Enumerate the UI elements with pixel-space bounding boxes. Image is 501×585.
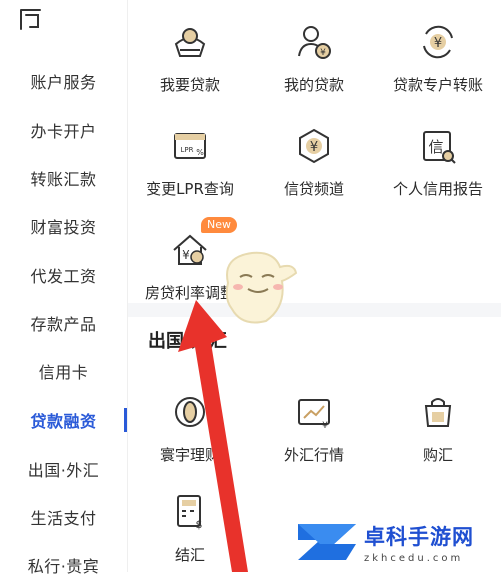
tile-lpr-query[interactable]: LPR % 变更LPR查询: [128, 104, 252, 204]
tile-label: 贷款专户转账: [392, 76, 483, 94]
svg-text:LPR: LPR: [181, 146, 194, 154]
tile-loan-account-transfer[interactable]: ¥ 贷款专户转账: [376, 0, 500, 100]
svg-text:¥: ¥: [322, 421, 328, 431]
sidebar-item-loans[interactable]: 贷款融资: [0, 400, 127, 440]
tile-my-loans[interactable]: ¥ 我的贷款: [252, 0, 376, 100]
svg-text:¥: ¥: [310, 140, 318, 155]
tile-credit-channel[interactable]: ¥ 信贷频道: [252, 104, 376, 204]
credit-report-icon: 信: [423, 131, 456, 164]
tile-settle-forex[interactable]: $ 结汇: [128, 470, 252, 570]
tile-label: 我的贷款: [283, 76, 344, 94]
sidebar-item-card-open[interactable]: 办卡开户: [0, 110, 127, 150]
sidebar-item-label: 存款产品: [30, 315, 97, 334]
watermark-logo-icon: [298, 524, 356, 560]
tile-label: 外汇行情: [283, 446, 344, 464]
tile-label: 个人信用报告: [392, 180, 483, 198]
sidebar-item-deposit[interactable]: 存款产品: [0, 303, 127, 343]
svg-text:¥: ¥: [434, 36, 442, 51]
yuan-hexagon-icon: ¥: [299, 128, 329, 164]
watermark: 卓科手游网 zkhcedu.com: [294, 512, 501, 572]
user-coin-icon: ¥: [298, 26, 331, 59]
sidebar-item-private-bank[interactable]: 私行·贵宾: [0, 545, 127, 585]
tile-global-wealth[interactable]: 寰宇理财: [128, 370, 252, 470]
tile-label: 购汇: [422, 446, 453, 464]
sidebar-item-credit-card[interactable]: 信用卡: [0, 351, 127, 391]
main-panel: 我要贷款 ¥ 我的贷款 ¥ 贷款专户转账 LPR % 变更LPR查询 ¥ 信贷频…: [128, 0, 501, 572]
sidebar-item-label: 出国·外汇: [27, 461, 100, 480]
sidebar-item-label: 办卡开户: [30, 122, 97, 141]
sidebar-item-label: 生活支付: [30, 509, 97, 528]
svg-text:$: $: [196, 518, 203, 531]
sidebar-item-forex[interactable]: 出国·外汇: [0, 449, 127, 489]
tile-label: 寰宇理财: [159, 446, 220, 464]
sidebar-item-label: 账户服务: [30, 73, 97, 92]
globe-coin-icon: [175, 397, 205, 427]
tile-forex-quotes[interactable]: ¥ 外汇行情: [252, 370, 376, 470]
sidebar-item-label: 转账汇款: [30, 170, 97, 189]
sidebar-item-label: 信用卡: [38, 363, 89, 382]
tile-apply-loan[interactable]: 我要贷款: [128, 0, 252, 100]
app-menu-icon[interactable]: [18, 7, 44, 33]
svg-text:信: 信: [428, 138, 443, 156]
section-title-forex: 出国·外汇: [148, 331, 227, 352]
sidebar-item-life-pay[interactable]: 生活支付: [0, 497, 127, 537]
sidebar: 账户服务 办卡开户 转账汇款 财富投资 代发工资 存款产品 信用卡 贷款融资 出…: [0, 0, 127, 576]
svg-text:¥: ¥: [320, 48, 326, 58]
watermark-domain: zkhcedu.com: [364, 552, 464, 564]
tile-buy-forex[interactable]: 购汇: [376, 370, 500, 470]
lpr-card-icon: LPR %: [174, 133, 206, 159]
tile-label: 变更LPR查询: [146, 180, 234, 198]
sidebar-item-label: 代发工资: [30, 267, 97, 286]
tile-credit-report[interactable]: 信 个人信用报告: [376, 104, 500, 204]
sidebar-item-wealth[interactable]: 财富投资: [0, 206, 127, 246]
sidebar-item-label: 财富投资: [30, 218, 97, 237]
calculator-icon: $: [177, 495, 203, 531]
sidebar-item-account[interactable]: 账户服务: [0, 61, 127, 101]
section-divider: [128, 303, 501, 317]
tile-label: 我要贷款: [159, 76, 220, 94]
mascot-sticker: [225, 251, 298, 324]
watermark-site-name: 卓科手游网: [364, 524, 474, 549]
shopping-bag-icon: [424, 398, 452, 427]
chart-card-icon: ¥: [298, 399, 330, 431]
sidebar-item-payroll[interactable]: 代发工资: [0, 255, 127, 295]
tile-label: 信贷频道: [283, 180, 344, 198]
svg-text:¥: ¥: [182, 248, 190, 262]
loan-coin-icon: [174, 28, 206, 57]
tile-label: 结汇: [174, 546, 205, 564]
sidebar-item-label: 贷款融资: [30, 412, 97, 431]
sidebar-item-transfer[interactable]: 转账汇款: [0, 158, 127, 198]
sidebar-item-label: 私行·贵宾: [27, 557, 100, 576]
yuan-transfer-icon: ¥: [423, 25, 453, 59]
new-badge: New: [201, 217, 237, 233]
house-yuan-icon: ¥: [173, 234, 207, 265]
svg-text:%: %: [196, 148, 204, 157]
